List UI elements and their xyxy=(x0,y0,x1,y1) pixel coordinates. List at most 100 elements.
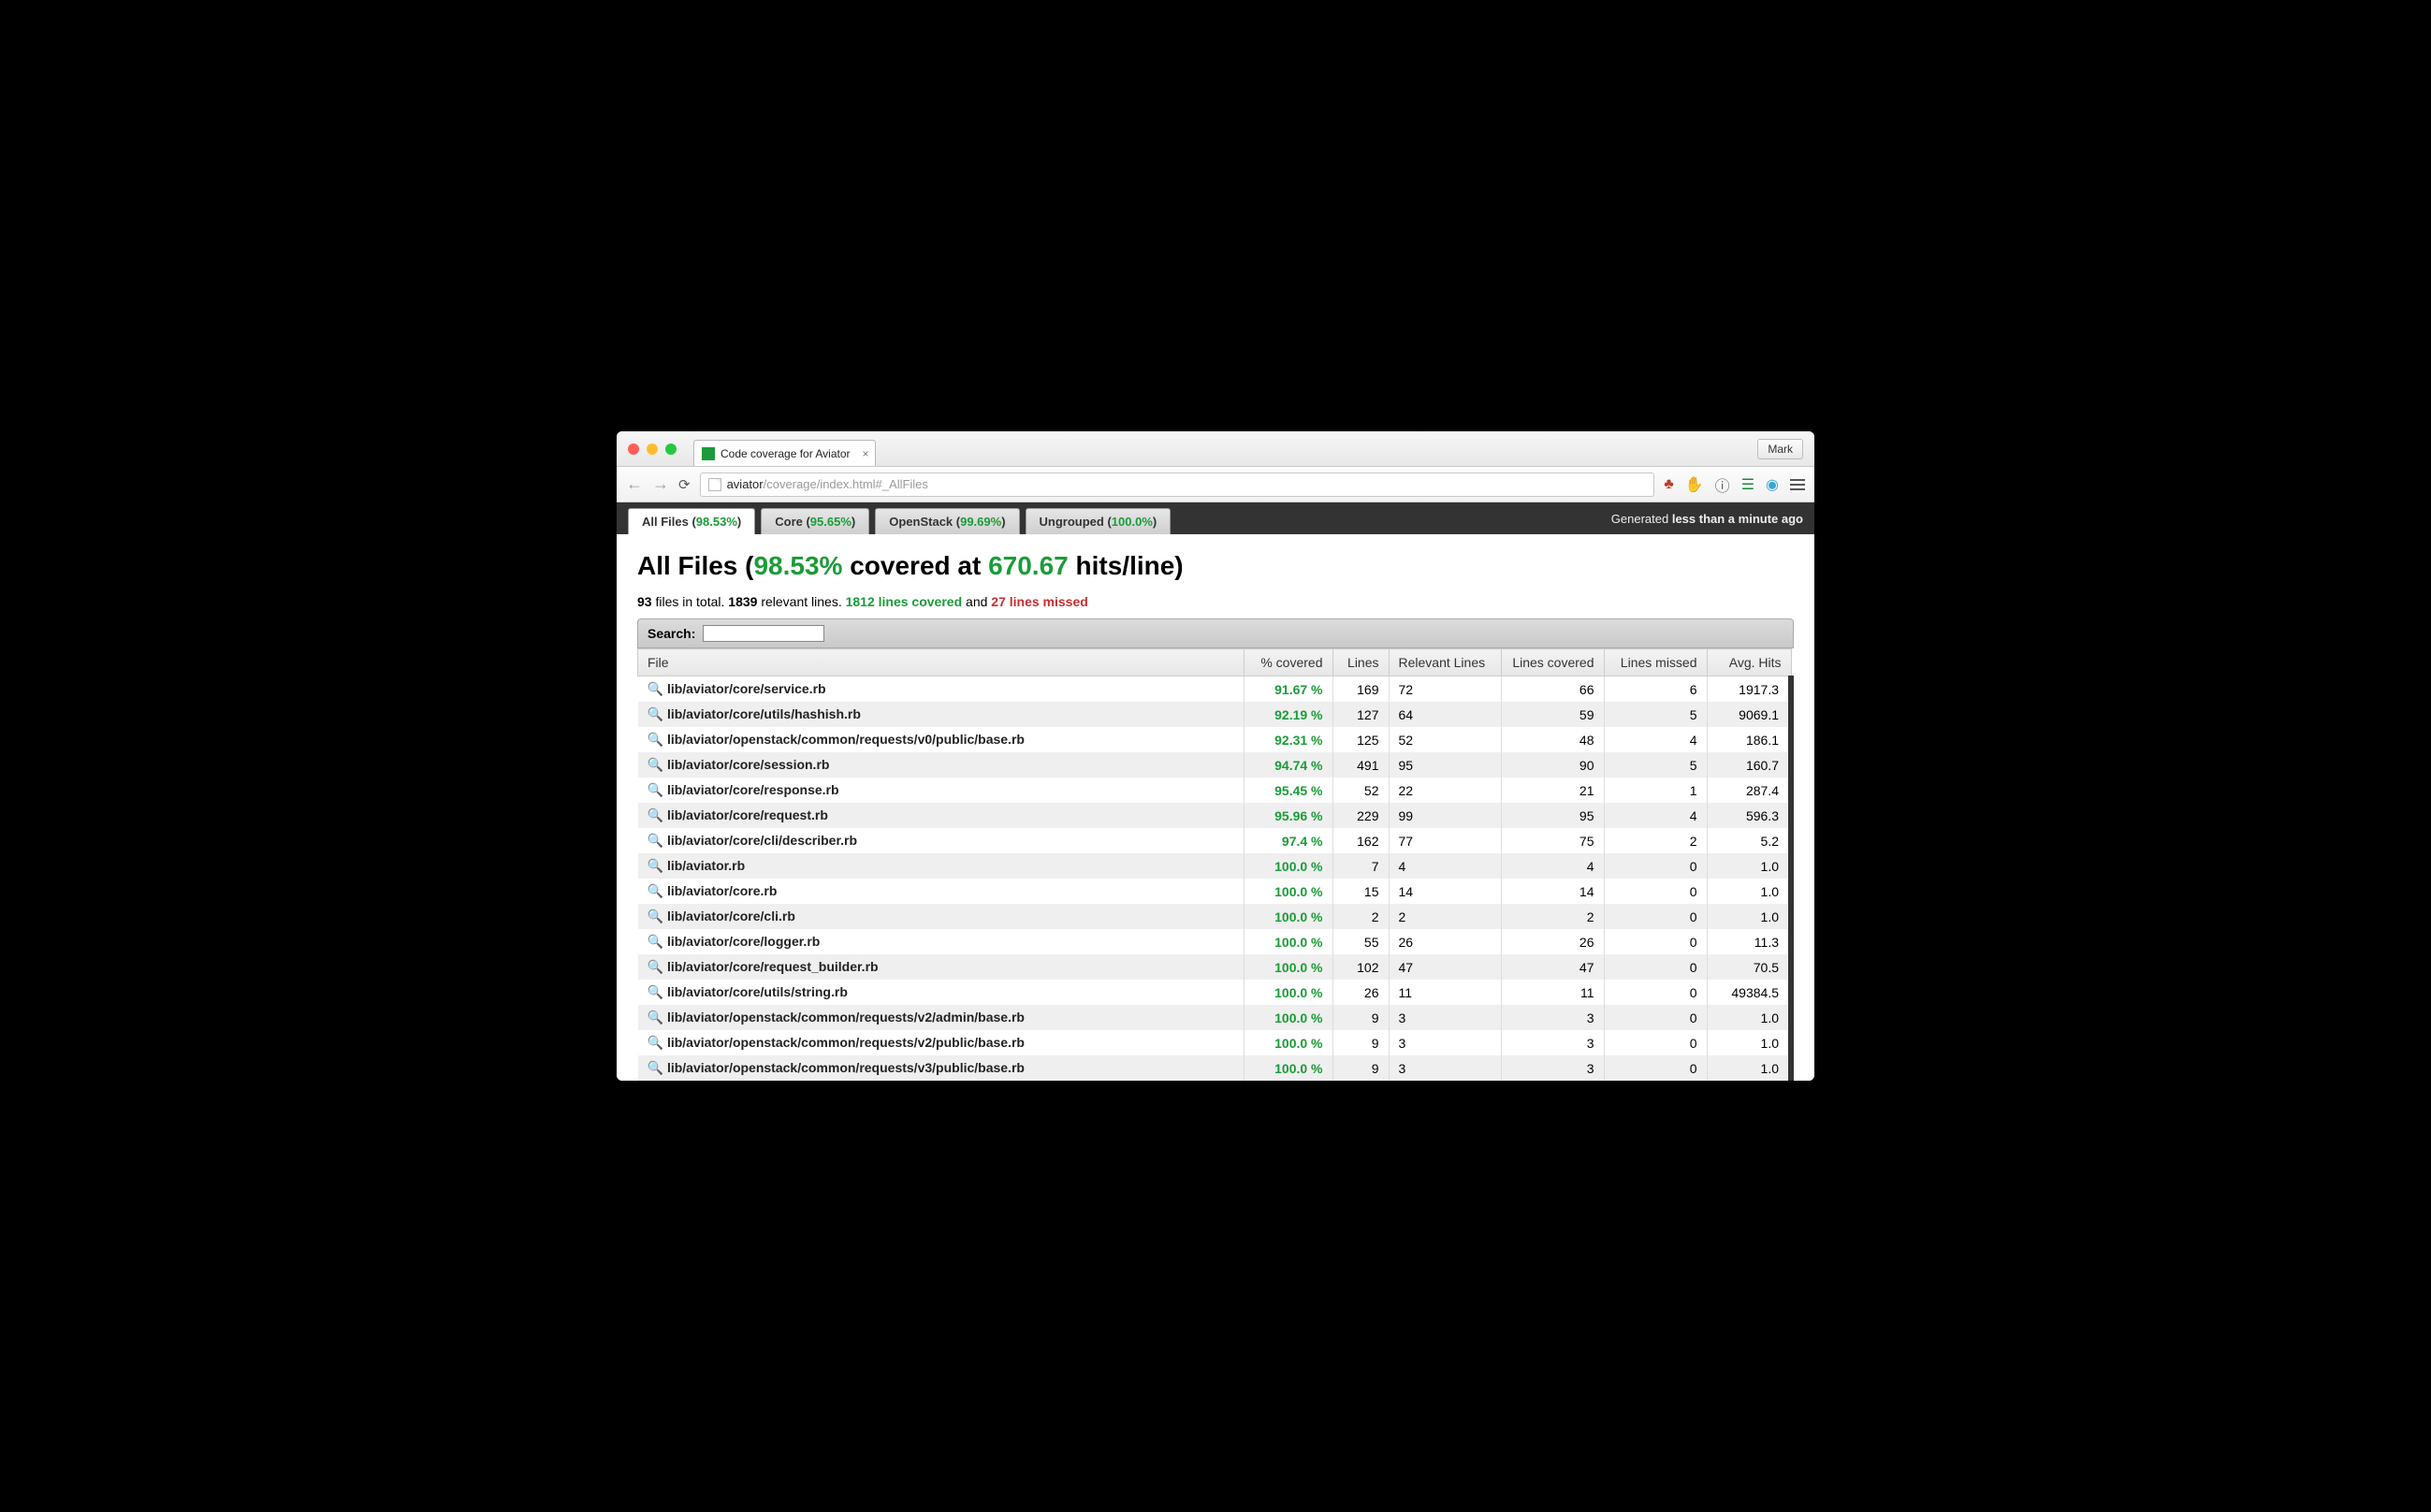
back-button[interactable]: ← xyxy=(626,474,643,494)
cell-missed: 0 xyxy=(1604,954,1707,980)
zoom-window-button[interactable] xyxy=(665,443,677,455)
cell-pct: 100.0 % xyxy=(1244,879,1332,904)
cell-covered: 3 xyxy=(1501,1055,1604,1081)
cell-pct: 92.19 % xyxy=(1244,702,1332,727)
cell-lines: 9 xyxy=(1332,1005,1389,1030)
table-header-row: File % covered Lines Relevant Lines Line… xyxy=(638,649,1792,676)
browser-tab[interactable]: Code coverage for Aviator × xyxy=(693,440,876,466)
cell-missed: 0 xyxy=(1604,853,1707,879)
table-row[interactable]: 🔍lib/aviator/core/utils/hashish.rb92.19 … xyxy=(638,702,1792,727)
search-input[interactable] xyxy=(703,625,824,642)
magnifier-icon: 🔍 xyxy=(648,681,663,696)
hand-icon[interactable]: ✋ xyxy=(1685,475,1704,494)
table-row[interactable]: 🔍lib/aviator/core/utils/string.rb100.0 %… xyxy=(638,980,1792,1005)
tab-close-icon[interactable]: × xyxy=(863,447,869,460)
forward-button[interactable]: → xyxy=(652,474,669,494)
table-row[interactable]: 🔍lib/aviator/core.rb100.0 %15141401.0 xyxy=(638,879,1792,904)
menu-button[interactable] xyxy=(1790,479,1805,490)
table-row[interactable]: 🔍lib/aviator/core/request_builder.rb100.… xyxy=(638,954,1792,980)
coverage-tabs: All Files (98.53%)Core (95.65%)OpenStack… xyxy=(628,508,1176,534)
cell-lines: 55 xyxy=(1332,929,1389,954)
extension-icons: ♣ ✋ ⓘ ☰ ◉ xyxy=(1664,473,1805,496)
cell-file: 🔍lib/aviator/core/request.rb xyxy=(638,803,1245,828)
cell-avg: 11.3 xyxy=(1707,929,1791,954)
cell-lines: 491 xyxy=(1332,752,1389,778)
titlebar: Code coverage for Aviator × Mark xyxy=(617,431,1814,467)
table-row[interactable]: 🔍lib/aviator/openstack/common/requests/v… xyxy=(638,1055,1792,1081)
profile-button[interactable]: Mark xyxy=(1757,439,1803,459)
cell-missed: 5 xyxy=(1604,752,1707,778)
extension-icon-2[interactable]: ☰ xyxy=(1741,475,1754,494)
cell-pct: 100.0 % xyxy=(1244,1005,1332,1030)
cell-covered: 3 xyxy=(1501,1030,1604,1055)
table-row[interactable]: 🔍lib/aviator/core/request.rb95.96 %22999… xyxy=(638,803,1792,828)
cell-file: 🔍lib/aviator/core/utils/hashish.rb xyxy=(638,702,1245,727)
magnifier-icon: 🔍 xyxy=(648,833,663,848)
table-row[interactable]: 🔍lib/aviator.rb100.0 %74401.0 xyxy=(638,853,1792,879)
cell-missed: 0 xyxy=(1604,879,1707,904)
cell-pct: 91.67 % xyxy=(1244,676,1332,703)
content-area: All Files (98.53% covered at 670.67 hits… xyxy=(617,534,1814,1081)
files-table: File % covered Lines Relevant Lines Line… xyxy=(637,648,1794,1081)
cell-lines: 9 xyxy=(1332,1030,1389,1055)
coverage-tab-openstack[interactable]: OpenStack (99.69%) xyxy=(875,508,1019,534)
cell-missed: 4 xyxy=(1604,727,1707,752)
cell-covered: 90 xyxy=(1501,752,1604,778)
heading-title: All Files xyxy=(637,551,737,580)
table-row[interactable]: 🔍lib/aviator/core/cli/describer.rb97.4 %… xyxy=(638,828,1792,853)
col-missed[interactable]: Lines missed xyxy=(1604,649,1707,676)
table-row[interactable]: 🔍lib/aviator/core/response.rb95.45 %5222… xyxy=(638,778,1792,803)
cell-avg: 287.4 xyxy=(1707,778,1791,803)
table-row[interactable]: 🔍lib/aviator/openstack/common/requests/v… xyxy=(638,727,1792,752)
table-row[interactable]: 🔍lib/aviator/core/cli.rb100.0 %22201.0 xyxy=(638,904,1792,929)
cell-relevant: 3 xyxy=(1389,1005,1501,1030)
table-row[interactable]: 🔍lib/aviator/openstack/common/requests/v… xyxy=(638,1030,1792,1055)
col-avg[interactable]: Avg. Hits xyxy=(1707,649,1791,676)
col-file[interactable]: File xyxy=(638,649,1245,676)
heading-hits: 670.67 xyxy=(988,551,1069,580)
cell-missed: 6 xyxy=(1604,676,1707,703)
cell-file: 🔍lib/aviator/openstack/common/requests/v… xyxy=(638,1005,1245,1030)
magnifier-icon: 🔍 xyxy=(648,782,663,797)
cell-lines: 52 xyxy=(1332,778,1389,803)
cell-file: 🔍lib/aviator/core/request_builder.rb xyxy=(638,954,1245,980)
tab-title: Code coverage for Aviator xyxy=(721,447,851,460)
col-covered[interactable]: Lines covered xyxy=(1501,649,1604,676)
info-icon[interactable]: ⓘ xyxy=(1715,473,1730,496)
table-row[interactable]: 🔍lib/aviator/core/session.rb94.74 %49195… xyxy=(638,752,1792,778)
magnifier-icon: 🔍 xyxy=(648,757,663,772)
coverage-tab-core[interactable]: Core (95.65%) xyxy=(761,508,869,534)
cell-missed: 0 xyxy=(1604,980,1707,1005)
table-row[interactable]: 🔍lib/aviator/core/service.rb91.67 %16972… xyxy=(638,676,1792,703)
cell-avg: 1.0 xyxy=(1707,1055,1791,1081)
table-row[interactable]: 🔍lib/aviator/core/logger.rb100.0 %552626… xyxy=(638,929,1792,954)
col-pct[interactable]: % covered xyxy=(1244,649,1332,676)
extension-icon-1[interactable]: ♣ xyxy=(1664,476,1674,493)
cell-relevant: 11 xyxy=(1389,980,1501,1005)
cell-covered: 11 xyxy=(1501,980,1604,1005)
search-label: Search: xyxy=(648,626,695,641)
magnifier-icon: 🔍 xyxy=(648,1060,663,1075)
col-relevant[interactable]: Relevant Lines xyxy=(1389,649,1501,676)
close-window-button[interactable] xyxy=(628,443,639,455)
cell-file: 🔍lib/aviator/core/logger.rb xyxy=(638,929,1245,954)
summary-file-count: 93 xyxy=(637,594,652,609)
reload-button[interactable]: ⟳ xyxy=(678,476,691,493)
magnifier-icon: 🔍 xyxy=(648,883,663,898)
cell-covered: 66 xyxy=(1501,676,1604,703)
camera-icon[interactable]: ◉ xyxy=(1766,475,1779,494)
address-bar[interactable]: aviator/coverage/index.html#_AllFiles xyxy=(700,472,1655,497)
magnifier-icon: 🔍 xyxy=(648,934,663,949)
cell-lines: 9 xyxy=(1332,1055,1389,1081)
cell-missed: 0 xyxy=(1604,1055,1707,1081)
cell-covered: 2 xyxy=(1501,904,1604,929)
search-bar: Search: xyxy=(637,618,1794,648)
coverage-tab-ungrouped[interactable]: Ungrouped (100.0%) xyxy=(1026,508,1172,534)
col-lines[interactable]: Lines xyxy=(1332,649,1389,676)
cell-relevant: 99 xyxy=(1389,803,1501,828)
coverage-tab-all-files[interactable]: All Files (98.53%) xyxy=(628,508,755,534)
cell-covered: 21 xyxy=(1501,778,1604,803)
minimize-window-button[interactable] xyxy=(647,443,658,455)
cell-lines: 162 xyxy=(1332,828,1389,853)
table-row[interactable]: 🔍lib/aviator/openstack/common/requests/v… xyxy=(638,1005,1792,1030)
